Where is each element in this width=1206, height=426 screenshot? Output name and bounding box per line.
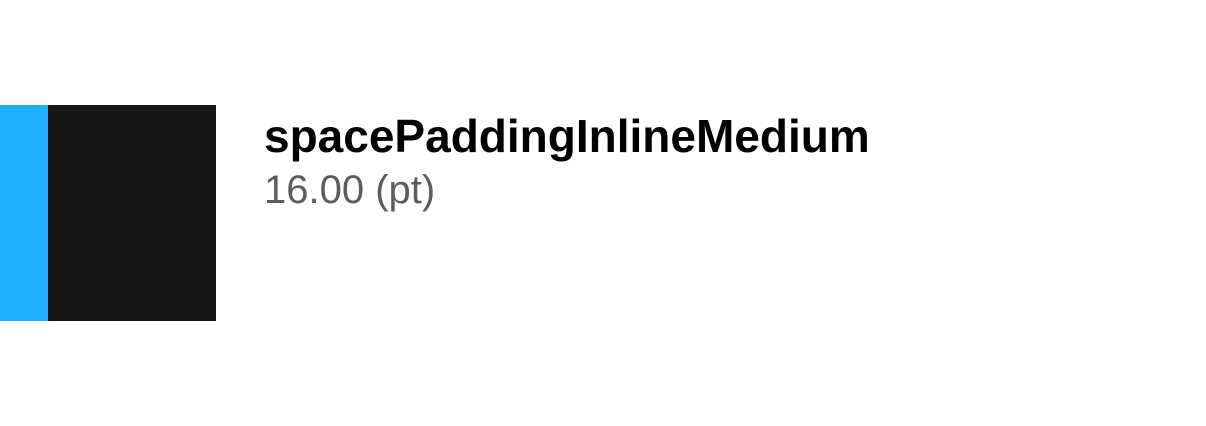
token-name: spacePaddingInlineMedium — [264, 110, 870, 162]
padding-indicator — [0, 105, 48, 321]
token-swatch — [0, 105, 216, 321]
token-value: 16.00 (pt) — [264, 168, 436, 212]
token-row: spacePaddingInlineMedium 16.00 (pt) — [0, 105, 1206, 321]
